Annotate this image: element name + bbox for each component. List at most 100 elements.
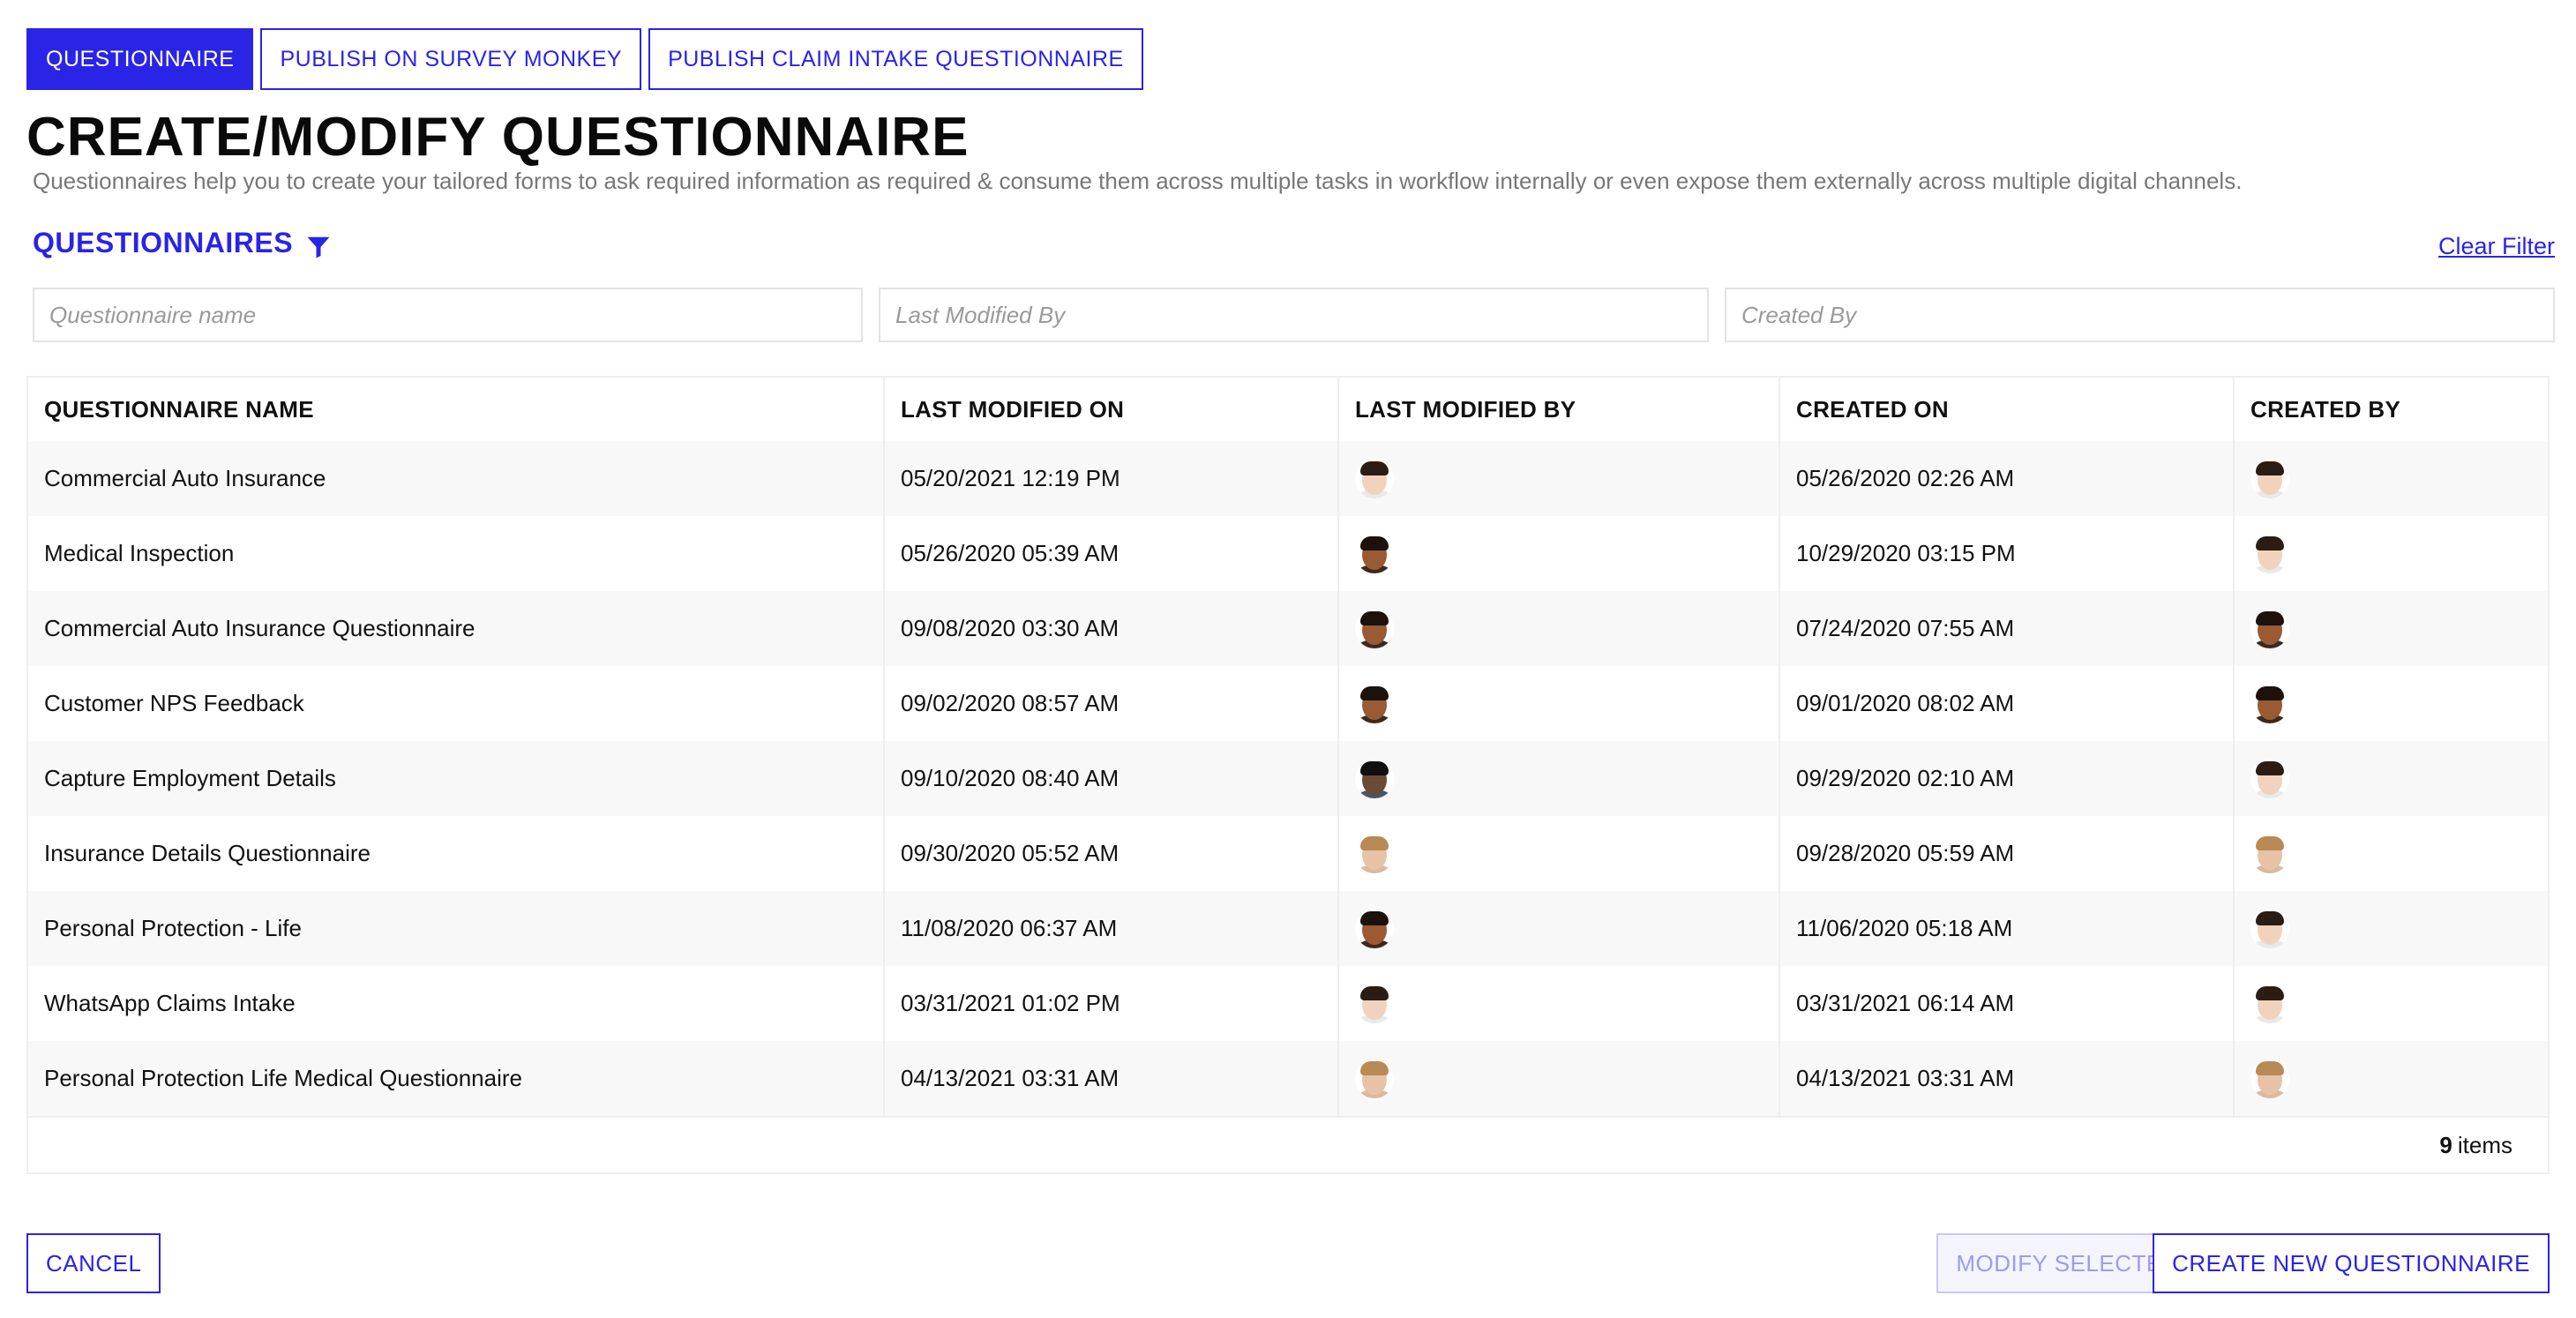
questionnaire-table: QUESTIONNAIRE NAME LAST MODIFIED ON LAST… xyxy=(26,376,2550,1174)
last-modified-on-cell: 05/20/2021 12:19 PM xyxy=(884,441,1339,516)
table-row[interactable]: Commercial Auto Insurance 05/20/2021 12:1… xyxy=(28,441,2548,516)
user-avatar xyxy=(1355,609,1394,648)
filter-bar xyxy=(33,288,2555,342)
questionnaire-name-cell: Commercial Auto Insurance xyxy=(28,441,885,516)
table-row[interactable]: Insurance Details Questionnaire 09/30/202… xyxy=(28,816,2548,891)
questionnaire-name-cell: Insurance Details Questionnaire xyxy=(28,816,885,891)
table-row[interactable]: Personal Protection Life Medical Questio… xyxy=(28,1041,2548,1116)
created-by-cell xyxy=(2234,516,2548,591)
questionnaire-name-cell: Personal Protection Life Medical Questio… xyxy=(28,1041,885,1116)
last-modified-on-cell: 04/13/2021 03:31 AM xyxy=(884,1041,1339,1116)
tab-publish-claim-intake[interactable]: PUBLISH CLAIM INTAKE QUESTIONNAIRE xyxy=(648,28,1143,90)
table-footer: 9 items xyxy=(28,1116,2548,1172)
last-modified-by-cell xyxy=(1338,516,1780,591)
user-avatar xyxy=(1355,459,1394,498)
item-count-label: items xyxy=(2457,1131,2512,1158)
last-modified-by-cell xyxy=(1338,966,1780,1041)
cancel-button[interactable]: CANCEL xyxy=(26,1233,161,1293)
column-header-name[interactable]: QUESTIONNAIRE NAME xyxy=(28,378,885,441)
user-avatar xyxy=(1355,909,1394,948)
created-on-cell: 07/24/2020 07:55 AM xyxy=(1779,591,2235,666)
last-modified-by-cell xyxy=(1338,816,1780,891)
created-by-filter-input[interactable] xyxy=(1725,288,2555,342)
column-header-last-modified-by[interactable]: LAST MODIFIED BY xyxy=(1338,378,1780,441)
tab-publish-survey-monkey[interactable]: PUBLISH ON SURVEY MONKEY xyxy=(260,28,642,90)
user-avatar xyxy=(1355,684,1394,723)
top-tabs: QUESTIONNAIRE PUBLISH ON SURVEY MONKEY P… xyxy=(26,28,1143,90)
questionnaire-name-cell: Commercial Auto Insurance Questionnaire xyxy=(28,591,885,666)
last-modified-by-cell xyxy=(1338,441,1780,516)
table-row[interactable]: Medical Inspection 05/26/2020 05:39 AM 10/… xyxy=(28,516,2548,591)
last-modified-on-cell: 09/02/2020 08:57 AM xyxy=(884,666,1339,741)
created-on-cell: 10/29/2020 03:15 PM xyxy=(1779,516,2235,591)
last-modified-on-cell: 09/08/2020 03:30 AM xyxy=(884,591,1339,666)
user-avatar xyxy=(2250,1059,2289,1098)
questionnaire-name-cell: Customer NPS Feedback xyxy=(28,666,885,741)
last-modified-on-cell: 05/26/2020 05:39 AM xyxy=(884,516,1339,591)
questionnaire-name-cell: Medical Inspection xyxy=(28,516,885,591)
user-avatar xyxy=(2250,984,2289,1023)
created-on-cell: 04/13/2021 03:31 AM xyxy=(1779,1041,2235,1116)
created-by-cell xyxy=(2234,966,2548,1041)
last-modified-by-cell xyxy=(1338,891,1780,966)
created-by-cell xyxy=(2234,591,2548,666)
user-avatar xyxy=(2250,759,2289,798)
user-avatar xyxy=(1355,759,1394,798)
section-header: QUESTIONNAIRES xyxy=(33,225,332,260)
last-modified-on-cell: 09/30/2020 05:52 AM xyxy=(884,816,1339,891)
questionnaire-name-cell: Personal Protection - Life xyxy=(28,891,885,966)
page-title: CREATE/MODIFY QUESTIONNAIRE xyxy=(26,107,970,168)
last-modified-on-cell: 03/31/2021 01:02 PM xyxy=(884,966,1339,1041)
user-avatar xyxy=(2250,534,2289,573)
created-by-cell xyxy=(2234,441,2548,516)
last-modified-by-cell xyxy=(1338,1041,1780,1116)
created-by-cell xyxy=(2234,741,2548,816)
user-avatar xyxy=(2250,609,2289,648)
table-row[interactable]: Customer NPS Feedback 09/02/2020 08:57 AM… xyxy=(28,666,2548,741)
section-title: QUESTIONNAIRES xyxy=(33,226,294,258)
questionnaire-name-cell: Capture Employment Details xyxy=(28,741,885,816)
created-on-cell: 11/06/2020 05:18 AM xyxy=(1779,891,2235,966)
user-avatar xyxy=(1355,1059,1394,1098)
column-header-created-on[interactable]: CREATED ON xyxy=(1779,378,2235,441)
created-by-cell xyxy=(2234,666,2548,741)
table-header-row: QUESTIONNAIRE NAME LAST MODIFIED ON LAST… xyxy=(28,378,2548,441)
page-description: Questionnaires help you to create your t… xyxy=(33,168,2243,194)
created-on-cell: 03/31/2021 06:14 AM xyxy=(1779,966,2235,1041)
created-on-cell: 09/29/2020 02:10 AM xyxy=(1779,741,2235,816)
table-body: Commercial Auto Insurance 05/20/2021 12:1… xyxy=(28,441,2548,1116)
last-modified-by-cell xyxy=(1338,741,1780,816)
questionnaire-name-filter-input[interactable] xyxy=(33,288,863,342)
column-header-last-modified-on[interactable]: LAST MODIFIED ON xyxy=(884,378,1339,441)
user-avatar xyxy=(1355,534,1394,573)
table-row[interactable]: WhatsApp Claims Intake 03/31/2021 01:02 P… xyxy=(28,966,2548,1041)
user-avatar xyxy=(2250,834,2289,873)
created-on-cell: 09/28/2020 05:59 AM xyxy=(1779,816,2235,891)
table-row[interactable]: Personal Protection - Life 11/08/2020 06:… xyxy=(28,891,2548,966)
table-row[interactable]: Capture Employment Details 09/10/2020 08:… xyxy=(28,741,2548,816)
tab-questionnaire[interactable]: QUESTIONNAIRE xyxy=(26,28,254,90)
questionnaire-name-cell: WhatsApp Claims Intake xyxy=(28,966,885,1041)
user-avatar xyxy=(2250,684,2289,723)
created-by-cell xyxy=(2234,891,2548,966)
created-on-cell: 09/01/2020 08:02 AM xyxy=(1779,666,2235,741)
filter-icon[interactable] xyxy=(305,234,332,260)
last-modified-on-cell: 11/08/2020 06:37 AM xyxy=(884,891,1339,966)
table-row[interactable]: Commercial Auto Insurance Questionnaire 0… xyxy=(28,591,2548,666)
item-count: 9 xyxy=(2439,1131,2452,1158)
user-avatar xyxy=(1355,984,1394,1023)
page: QUESTIONNAIRE PUBLISH ON SURVEY MONKEY P… xyxy=(0,0,2576,1318)
clear-filter-link[interactable]: Clear Filter xyxy=(2438,233,2555,260)
user-avatar xyxy=(2250,459,2289,498)
created-on-cell: 05/26/2020 02:26 AM xyxy=(1779,441,2235,516)
created-by-cell xyxy=(2234,816,2548,891)
created-by-cell xyxy=(2234,1041,2548,1116)
create-new-questionnaire-button[interactable]: CREATE NEW QUESTIONNAIRE xyxy=(2153,1233,2550,1293)
last-modified-on-cell: 09/10/2020 08:40 AM xyxy=(884,741,1339,816)
user-avatar xyxy=(2250,909,2289,948)
last-modified-by-cell xyxy=(1338,591,1780,666)
last-modified-by-cell xyxy=(1338,666,1780,741)
user-avatar xyxy=(1355,834,1394,873)
last-modified-by-filter-input[interactable] xyxy=(879,288,1709,342)
column-header-created-by[interactable]: CREATED BY xyxy=(2234,378,2548,441)
